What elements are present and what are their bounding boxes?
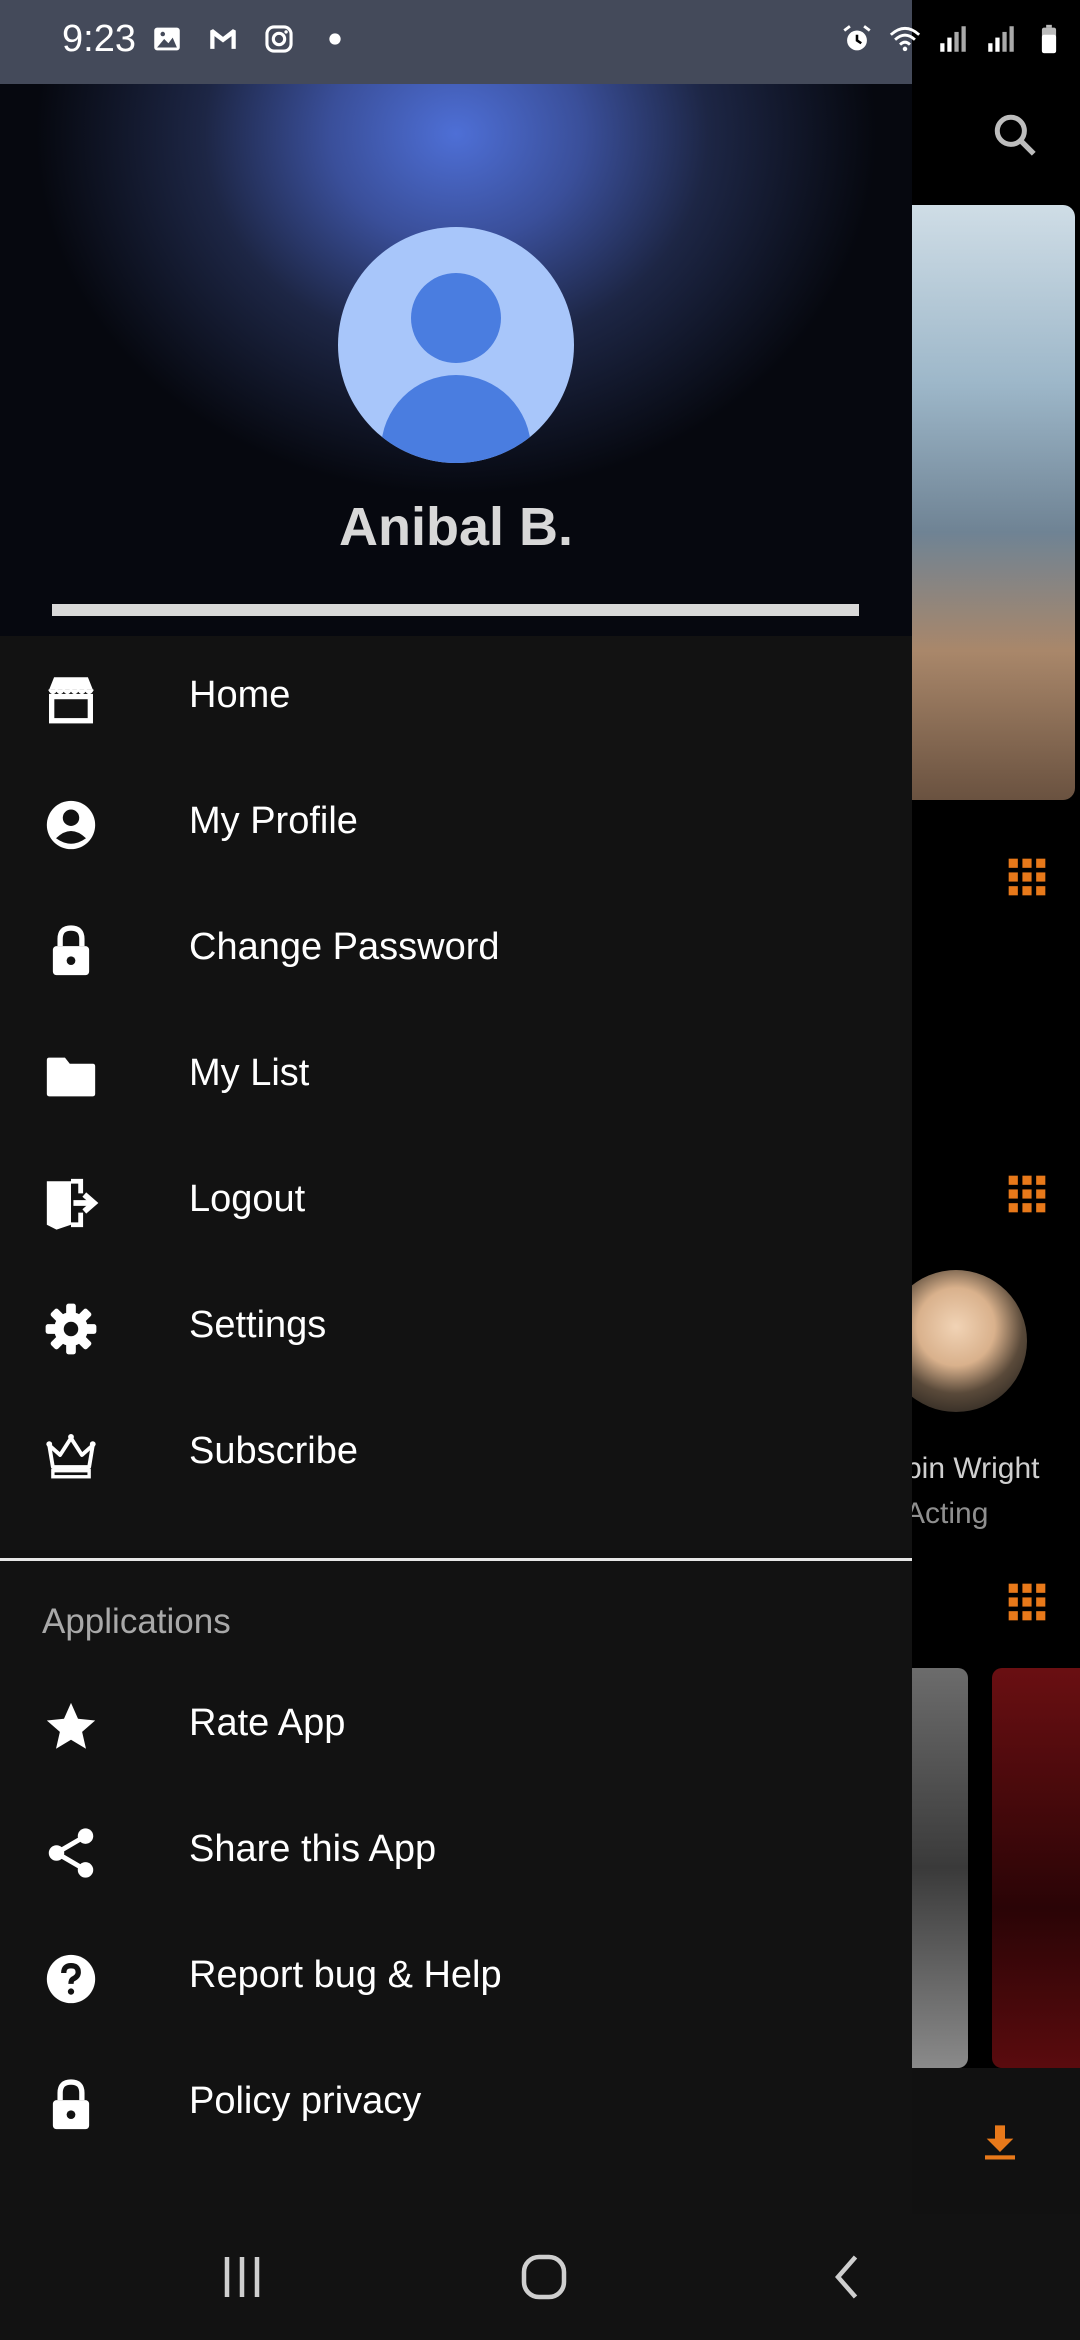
movie-tile[interactable] (992, 1668, 1080, 2068)
crown-icon (46, 1433, 96, 1479)
account-circle-icon (46, 800, 96, 850)
menu-item-label: Policy privacy (189, 2080, 422, 2122)
status-bar-right (843, 0, 1080, 84)
menu-item-rate-app[interactable]: Rate App (0, 1664, 912, 1790)
menu-item-report-bug[interactable]: Report bug & Help (0, 1916, 912, 2042)
menu-item-my-list[interactable]: My List (0, 1014, 912, 1140)
folder-icon (46, 1057, 96, 1097)
menu-item-label: Share this App (189, 1828, 437, 1870)
menu-item-policy-privacy[interactable]: Policy privacy (0, 2042, 912, 2168)
status-bar: 9:23 (0, 0, 912, 84)
gallery-icon (154, 27, 180, 51)
search-icon[interactable] (990, 110, 1040, 160)
instagram-icon (265, 25, 293, 53)
back-icon[interactable] (818, 2247, 878, 2307)
signal-icon (940, 26, 966, 52)
alarm-icon (843, 25, 871, 51)
gmail-icon (210, 29, 236, 49)
menu-item-label: Home (189, 674, 291, 716)
battery-icon (1041, 24, 1057, 54)
star-icon (46, 1702, 96, 1749)
navigation-drawer: Anibal B. Home My Profile Change Passwor… (0, 84, 912, 2214)
download-icon[interactable] (980, 2120, 1020, 2164)
grid-icon[interactable] (1005, 855, 1049, 899)
menu-item-home[interactable]: Home (0, 636, 912, 762)
recents-icon[interactable] (212, 2247, 272, 2307)
menu-item-label: Logout (189, 1178, 306, 1220)
menu-item-label: My Profile (189, 800, 358, 842)
status-time: 9:23 (62, 18, 136, 60)
cast-name: bin Wright (905, 1452, 1040, 1485)
wifi-icon (889, 26, 921, 52)
menu-item-settings[interactable]: Settings (0, 1266, 912, 1392)
section-divider (0, 1558, 912, 1561)
system-nav-bar (0, 2214, 1080, 2340)
lock-icon (52, 2079, 90, 2130)
dot-icon (329, 33, 341, 45)
help-icon (46, 1954, 96, 2004)
cast-role: Acting (905, 1497, 989, 1530)
menu-item-change-password[interactable]: Change Password (0, 888, 912, 1014)
gear-icon (45, 1303, 97, 1355)
user-name: Anibal B. (338, 497, 573, 557)
menu-item-subscribe[interactable]: Subscribe (0, 1392, 912, 1518)
header-divider-bar (52, 604, 859, 616)
store-icon (48, 677, 94, 724)
menu-item-label: Change Password (189, 926, 500, 968)
drawer-header: Anibal B. (0, 84, 912, 636)
lock-icon (52, 925, 90, 976)
menu-item-logout[interactable]: Logout (0, 1140, 912, 1266)
signal-icon (988, 26, 1014, 52)
grid-icon[interactable] (1005, 1172, 1049, 1216)
account-icon[interactable] (338, 227, 574, 463)
featured-poster[interactable] (912, 205, 1075, 800)
menu-item-label: My List (189, 1052, 310, 1094)
share-icon (48, 1828, 94, 1878)
menu-item-label: Report bug & Help (189, 1954, 502, 1996)
movie-tile[interactable] (912, 1668, 968, 2068)
menu-item-label: Settings (189, 1304, 327, 1346)
grid-icon[interactable] (1005, 1580, 1049, 1624)
menu-item-my-profile[interactable]: My Profile (0, 762, 912, 888)
menu-item-share-app[interactable]: Share this App (0, 1790, 912, 1916)
section-header-applications: Applications (42, 1602, 231, 1641)
logout-icon (46, 1178, 99, 1230)
menu-item-label: Subscribe (189, 1430, 358, 1472)
home-icon[interactable] (514, 2247, 574, 2307)
menu-item-label: Rate App (189, 1702, 346, 1744)
